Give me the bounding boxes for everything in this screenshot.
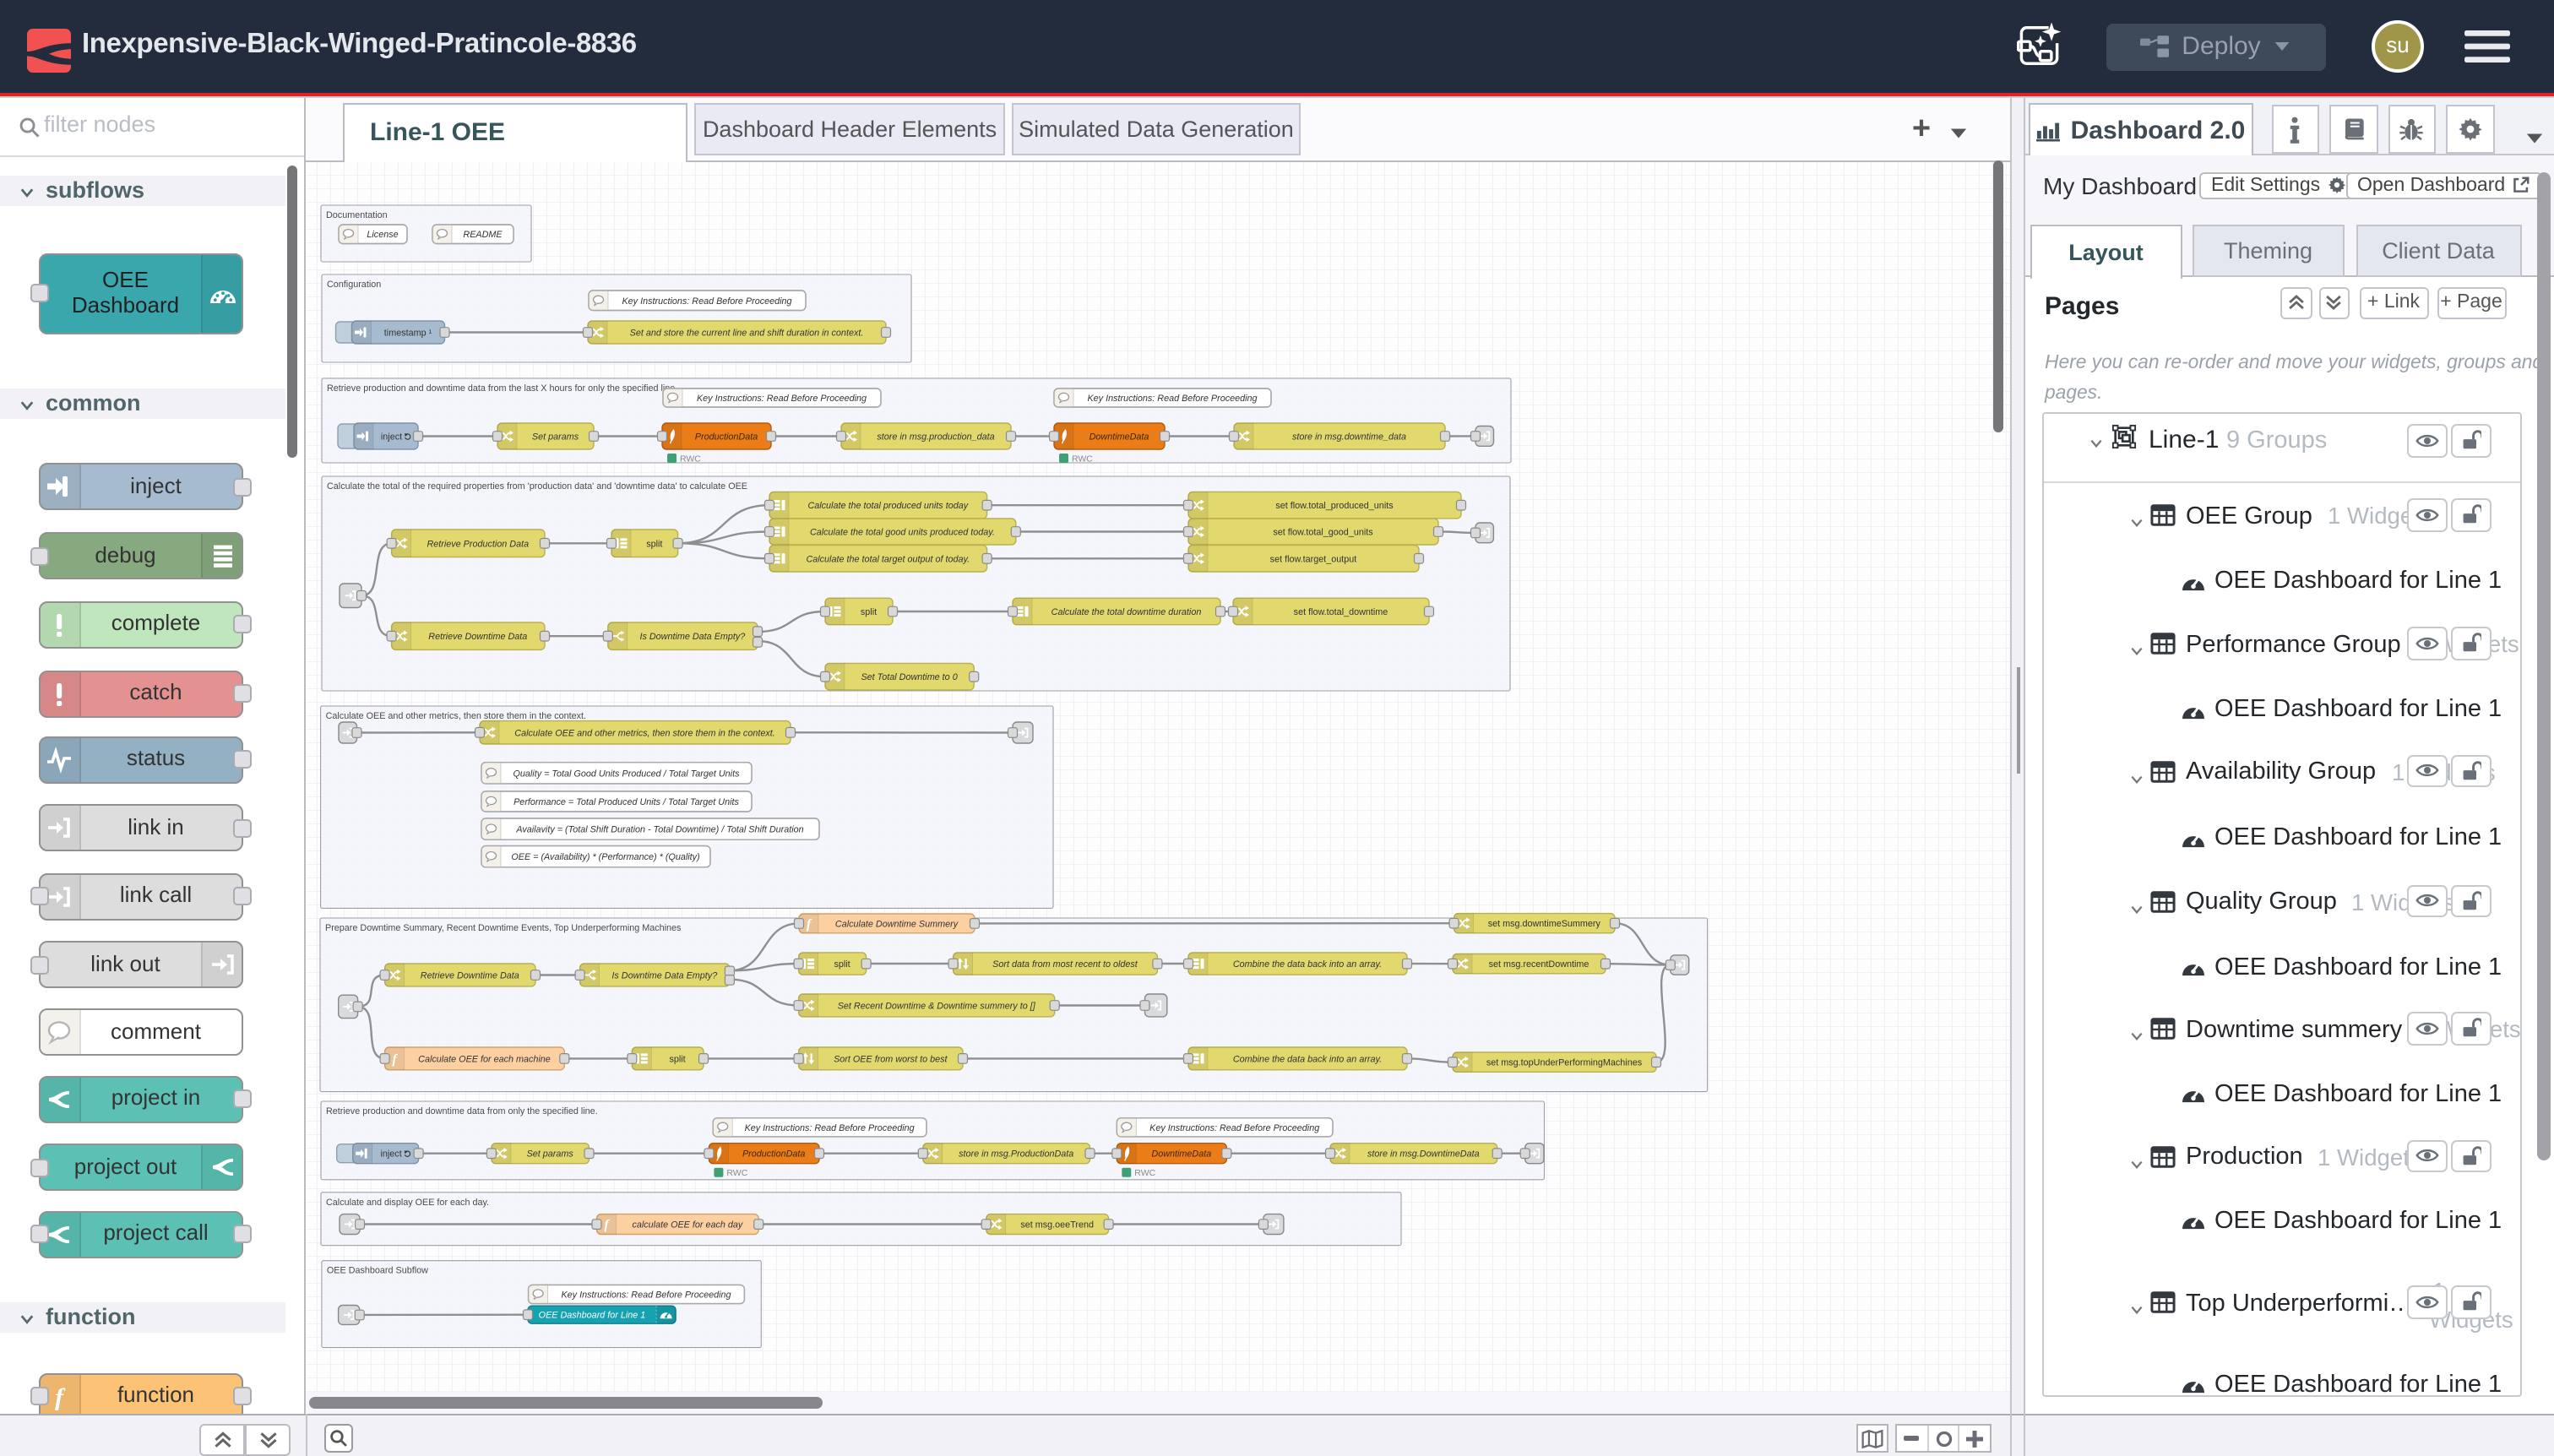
svg-text:Key Instructions: Read Before: Key Instructions: Read Before Proceeding [1086, 393, 1256, 403]
svg-text:DowntimeData: DowntimeData [1089, 432, 1149, 442]
svg-text:set msg.recentDowntime: set msg.recentDowntime [1488, 959, 1589, 969]
svg-text:License: License [366, 229, 397, 239]
svg-text:Retrieve Downtime Data: Retrieve Downtime Data [427, 631, 526, 641]
svg-text:OEE Dashboard Subflow: OEE Dashboard Subflow [326, 1265, 427, 1275]
svg-text:Key Instructions: Read Before: Key Instructions: Read Before Proceeding [744, 1122, 914, 1133]
svg-text:RWC: RWC [725, 1167, 747, 1177]
svg-text:timestamp ¹: timestamp ¹ [383, 328, 432, 338]
svg-text:split: split [645, 538, 661, 548]
svg-text:Key Instructions: Read Before: Key Instructions: Read Before Proceeding [1149, 1122, 1318, 1133]
svg-text:set flow.target_output: set flow.target_output [1269, 553, 1356, 563]
svg-text:Combine the data back into an: Combine the data back into an array. [1232, 959, 1381, 969]
svg-text:Set and store the current line: Set and store the current line and shift… [629, 328, 863, 338]
svg-text:Set params: Set params [531, 432, 579, 442]
svg-text:Calculate Downtime Summery: Calculate Downtime Summery [834, 918, 958, 928]
svg-text:inject: inject [379, 1149, 400, 1159]
svg-text:Set Recent Downtime & Downtime: Set Recent Downtime & Downtime summery t… [837, 1001, 1035, 1011]
svg-text:RWC: RWC [679, 454, 700, 464]
svg-text:Calculate the total of the req: Calculate the total of the required prop… [326, 481, 747, 491]
svg-text:set msg.downtimeSummery: set msg.downtimeSummery [1487, 918, 1600, 928]
svg-text:Combine the data back into an: Combine the data back into an array. [1232, 1053, 1381, 1063]
svg-text:Calculate the total produced u: Calculate the total produced units today [807, 500, 967, 510]
svg-text:Calculate the total good units: Calculate the total good units produced … [809, 527, 994, 537]
svg-text:OEE = (Availability) * (Perfor: OEE = (Availability) * (Performance) * (… [510, 851, 698, 861]
svg-text:Retrieve production and downti: Retrieve production and downtime data fr… [326, 383, 677, 393]
svg-text:Key Instructions: Read Before: Key Instructions: Read Before Proceeding [696, 393, 866, 403]
svg-text:store in msg.ProductionData: store in msg.ProductionData [958, 1149, 1073, 1159]
svg-text:ProductionData: ProductionData [742, 1149, 804, 1159]
svg-text:DowntimeData: DowntimeData [1150, 1149, 1210, 1159]
svg-text:set flow.total_produced_units: set flow.total_produced_units [1274, 500, 1393, 510]
svg-text:split: split [668, 1053, 684, 1063]
svg-text:Documentation: Documentation [325, 209, 387, 220]
svg-text:f: f [55, 1383, 66, 1410]
svg-text:Sort OEE from worst to best: Sort OEE from worst to best [833, 1053, 947, 1063]
svg-text:Quality = Total Good Units Pro: Quality = Total Good Units Produced / To… [513, 768, 740, 778]
svg-text:Prepare Downtime Summary, Rece: Prepare Downtime Summary, Recent Downtim… [324, 922, 681, 932]
svg-text:Is Downtime Data Empty?: Is Downtime Data Empty? [638, 631, 744, 641]
svg-text:Key Instructions: Read Before: Key Instructions: Read Before Proceeding [621, 296, 791, 306]
svg-text:calculate OEE for each day: calculate OEE for each day [631, 1220, 742, 1230]
svg-text:Calculate OEE for each machine: Calculate OEE for each machine [417, 1053, 550, 1063]
svg-text:Calculate the total downtime d: Calculate the total downtime duration [1051, 606, 1201, 617]
svg-text:store in msg.DowntimeData: store in msg.DowntimeData [1367, 1149, 1479, 1159]
svg-text:set msg.topUnderPerformingMach: set msg.topUnderPerformingMachines [1486, 1057, 1642, 1068]
svg-text:Retrieve Production Data: Retrieve Production Data [426, 538, 528, 548]
svg-text:Configuration: Configuration [326, 279, 380, 289]
svg-text:ProductionData: ProductionData [694, 432, 757, 442]
svg-text:set flow.total_downtime: set flow.total_downtime [1293, 606, 1388, 617]
svg-text:RWC: RWC [1071, 454, 1092, 464]
svg-text:set flow.total_good_units: set flow.total_good_units [1272, 527, 1372, 537]
svg-text:Set Total Downtime to 0: Set Total Downtime to 0 [860, 671, 956, 682]
svg-text:store in msg.downtime_data: store in msg.downtime_data [1291, 432, 1405, 442]
svg-text:split: split [860, 606, 876, 617]
svg-text:Calculate and display OEE for: Calculate and display OEE for each day. [325, 1197, 488, 1207]
svg-text:RWC: RWC [1133, 1167, 1155, 1177]
svg-text:Calculate the total target out: Calculate the total target output of tod… [805, 553, 969, 563]
svg-text:Performance = Total Produced U: Performance = Total Produced Units / Tot… [513, 796, 738, 807]
svg-text:Retrieve production and downti: Retrieve production and downtime data fr… [325, 1106, 597, 1116]
svg-text:split: split [833, 959, 849, 969]
svg-text:README: README [462, 229, 502, 239]
svg-text:Key Instructions: Read Before: Key Instructions: Read Before Proceeding [560, 1290, 730, 1300]
svg-text:Is Downtime Data Empty?: Is Downtime Data Empty? [611, 970, 716, 981]
svg-text:store in msg.production_data: store in msg.production_data [876, 432, 993, 442]
svg-text:Calculate OEE and other metric: Calculate OEE and other metrics, then st… [514, 727, 774, 737]
svg-text:Sort data from most recent to: Sort data from most recent to oldest [992, 959, 1138, 969]
svg-text:Availavity = (Total Shift Dura: Availavity = (Total Shift Duration - Tot… [514, 824, 802, 834]
svg-text:Set params: Set params [526, 1149, 573, 1159]
svg-text:Retrieve Downtime Data: Retrieve Downtime Data [420, 970, 519, 981]
svg-text:Calculate OEE and other metric: Calculate OEE and other metrics, then st… [325, 710, 585, 720]
svg-text:set msg.oeeTrend: set msg.oeeTrend [1019, 1220, 1093, 1230]
svg-text:inject: inject [380, 432, 401, 442]
svg-text:OEE Dashboard for Line 1: OEE Dashboard for Line 1 [538, 1310, 645, 1320]
